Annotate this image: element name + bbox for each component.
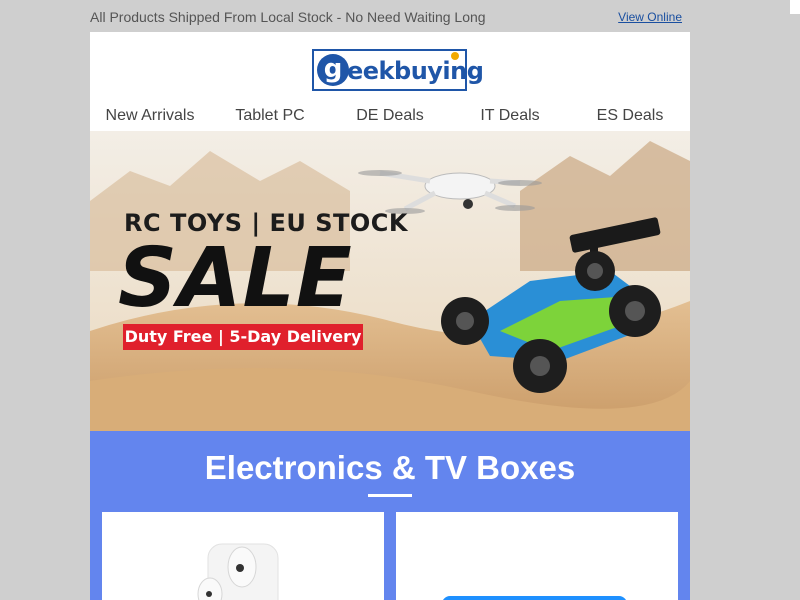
- earbuds-image: [197, 543, 279, 600]
- email-container: g eekbuying New Arrivals Tablet PC DE De…: [90, 32, 690, 600]
- window-corner: [790, 0, 800, 14]
- nav-item-tablet-pc[interactable]: Tablet PC: [210, 104, 330, 132]
- logo-star-icon: [451, 52, 459, 60]
- rc-toys-banner[interactable]: RC TOYS | EU STOCK SALE Duty Free | 5-Da…: [90, 131, 690, 431]
- top-strip: All Products Shipped From Local Stock - …: [90, 0, 690, 32]
- nav-item-it-deals[interactable]: IT Deals: [450, 104, 570, 132]
- logo-wordmark: eekbuying: [347, 57, 484, 85]
- product-card-earbuds[interactable]: [102, 512, 384, 600]
- nav-item-new-arrivals[interactable]: New Arrivals: [90, 104, 210, 132]
- nav-bar: New Arrivals Tablet PC DE Deals IT Deals…: [90, 104, 690, 132]
- view-online-link[interactable]: View Online: [618, 10, 682, 24]
- nav-item-de-deals[interactable]: DE Deals: [330, 104, 450, 132]
- banner-sale-text: SALE: [118, 231, 353, 326]
- section-title-underline: [368, 494, 412, 497]
- banner-delivery-badge: Duty Free | 5-Day Delivery: [123, 324, 363, 350]
- tv-box-image: [443, 596, 626, 600]
- logo-g-mark: g: [317, 54, 349, 86]
- nav-item-es-deals[interactable]: ES Deals: [570, 104, 690, 132]
- product-card-tv-box[interactable]: [396, 512, 678, 600]
- geekbuying-logo[interactable]: g eekbuying: [312, 49, 484, 91]
- section-title: Electronics & TV Boxes: [204, 449, 576, 486]
- electronics-section: Electronics & TV Boxes: [90, 431, 690, 600]
- promo-text: All Products Shipped From Local Stock - …: [90, 9, 486, 25]
